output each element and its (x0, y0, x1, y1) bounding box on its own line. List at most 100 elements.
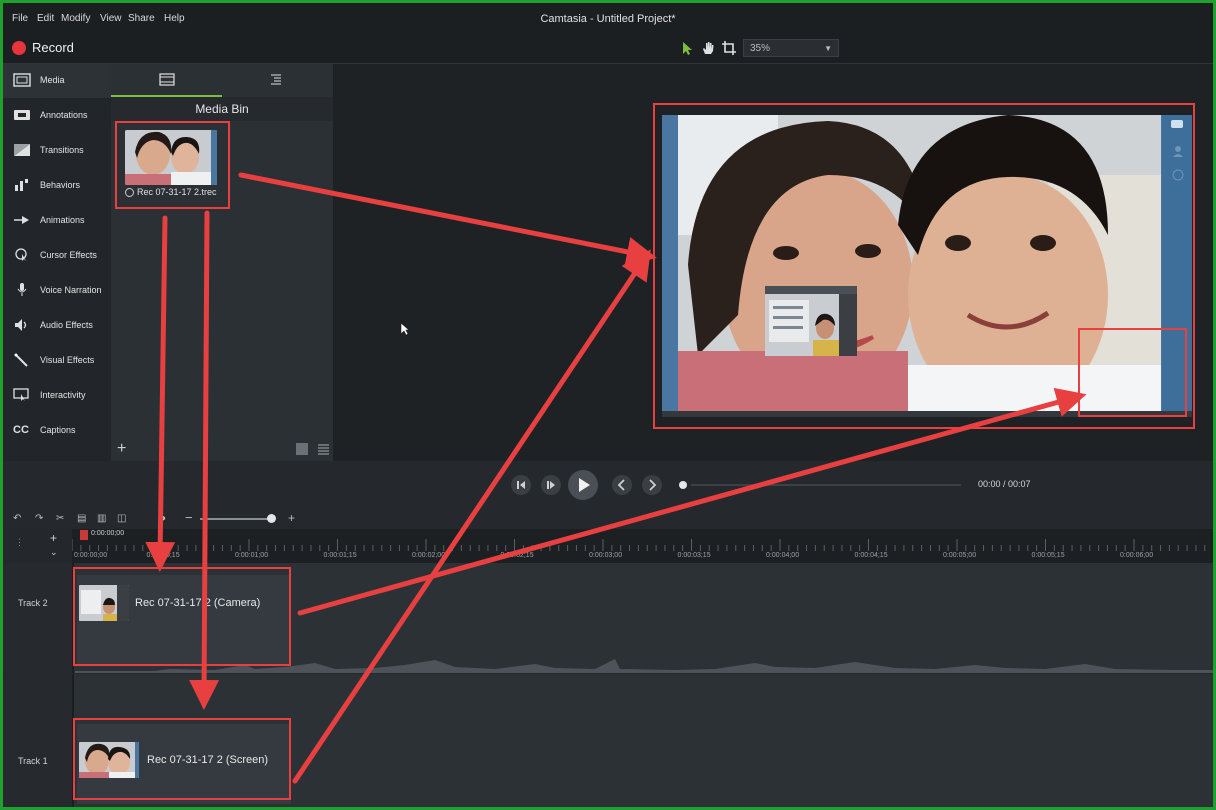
record-label: Record (32, 40, 74, 55)
split-icon[interactable]: ◫ (117, 513, 126, 524)
window-title: Camtasia - Untitled Project* (540, 13, 676, 25)
pan-hand-icon[interactable] (700, 40, 716, 56)
clip-thumbnail (79, 742, 139, 778)
media-bin-panel: Media Bin Rec 07-31-17 2.trec + (111, 64, 333, 461)
play-icon (579, 478, 590, 492)
scrubber-handle[interactable] (679, 481, 687, 489)
chevron-down-icon[interactable]: ⌄ (50, 547, 58, 558)
grid-view-icon[interactable] (296, 443, 308, 455)
list-view-icon[interactable] (318, 444, 329, 455)
redo-icon[interactable]: ↷ (35, 513, 43, 524)
chevron-left-icon (617, 479, 625, 491)
record-button[interactable]: Record (3, 33, 93, 63)
tool-behaviors[interactable]: Behaviors (3, 169, 111, 203)
tool-label: Media (40, 75, 65, 85)
zoom-plus-icon[interactable]: + (288, 511, 295, 525)
add-media-button[interactable]: + (117, 440, 126, 458)
track-name: Track 2 (18, 598, 48, 608)
tool-captions[interactable]: CC Captions (3, 414, 111, 448)
tool-cursor-effects[interactable]: Cursor Effects (3, 239, 111, 273)
tool-audio-effects[interactable]: Audio Effects (3, 309, 111, 343)
step-forward-icon (547, 481, 555, 489)
playback-controls: 00:00 / 00:07 (3, 461, 1213, 509)
zoom-out-icon[interactable]: ● (160, 513, 166, 524)
animations-icon (14, 216, 29, 224)
tool-voice-narration[interactable]: Voice Narration (3, 274, 111, 308)
tool-label: Voice Narration (40, 285, 102, 295)
time-readout: 00:00 / 00:07 (978, 479, 1031, 489)
play-button[interactable] (568, 470, 598, 500)
media-clip-thumbnail[interactable] (125, 130, 217, 185)
paste-icon[interactable]: ▥ (97, 513, 106, 524)
track-1: Track 1 Rec 07-31-17 2 (Screen) (3, 674, 1213, 807)
cut-icon[interactable]: ✂ (56, 513, 64, 524)
video-preview[interactable] (662, 115, 1192, 417)
ruler-label: 0:00:05;15 (1031, 552, 1065, 559)
track-header[interactable]: Track 2 (3, 563, 74, 673)
audio-waveform (75, 659, 1213, 673)
select-arrow-icon[interactable] (679, 40, 695, 56)
tool-visual-effects[interactable]: Visual Effects (3, 344, 111, 378)
ruler-left-controls: + ⌄ ⋮ (3, 529, 72, 563)
screen-clip[interactable]: Rec 07-31-17 2 (Screen) (77, 724, 291, 804)
ruler-label: 0:00:04;00 (766, 552, 800, 559)
timeline-toolbar: ↶ ↷ ✂ ▤ ▥ ◫ ● − + (3, 509, 1213, 529)
timeline-zoom-handle[interactable] (267, 514, 276, 523)
mouse-cursor-icon (400, 322, 410, 336)
tool-label: Captions (40, 425, 76, 435)
track-name: Track 1 (18, 756, 48, 766)
cursor-effects-icon (15, 248, 27, 261)
tool-media[interactable]: Media (3, 64, 111, 98)
chevron-down-icon: ▼ (824, 44, 832, 53)
timeline-ruler[interactable]: + ⌄ ⋮ 0:00:00;00 0:00:00;00 0:00:00;15 0:0… (3, 529, 1213, 563)
ruler-label: 0:00:05;00 (943, 552, 977, 559)
ruler-ticks (72, 539, 1206, 551)
tool-animations[interactable]: Animations (3, 204, 111, 238)
ruler-label: 0:00:03;15 (677, 552, 711, 559)
add-track-icon[interactable]: + (50, 531, 57, 545)
preview-bottom-bar (662, 411, 1192, 417)
behaviors-icon (15, 179, 28, 191)
zoom-value: 35% (750, 43, 771, 54)
step-forward-button[interactable] (541, 475, 561, 495)
tools-sidebar: Media Annotations Transitions Behaviors … (3, 64, 111, 461)
ruler-label: 0:00:03;00 (589, 552, 623, 559)
radio-icon (125, 188, 134, 198)
ruler-label: 0:00:06;00 (1120, 552, 1154, 559)
timeline-zoom-slider[interactable] (200, 518, 270, 520)
crop-icon[interactable] (721, 40, 737, 56)
camera-pip-overlay[interactable] (765, 286, 857, 356)
tool-interactivity[interactable]: Interactivity (3, 379, 111, 413)
tab-media-bin[interactable] (111, 64, 222, 97)
clip-thumbnail (79, 585, 129, 621)
pip-camera-image (765, 286, 857, 356)
step-back-button[interactable] (511, 475, 531, 495)
tool-annotations[interactable]: Annotations (3, 99, 111, 133)
speaker-icon (15, 319, 27, 331)
clip-name: Rec 07-31-17 2.trec (137, 187, 217, 197)
tool-label: Cursor Effects (40, 250, 97, 260)
previous-marker-button[interactable] (612, 475, 632, 495)
scrubber-track[interactable] (691, 484, 961, 486)
zoom-select[interactable]: 35% ▼ (743, 39, 839, 57)
undo-icon[interactable]: ↶ (13, 513, 21, 524)
clip-thumbnail-image (125, 130, 217, 185)
tool-label: Interactivity (40, 390, 86, 400)
tool-transitions[interactable]: Transitions (3, 134, 111, 168)
microphone-icon (17, 283, 27, 296)
track-header[interactable]: Track 1 (3, 674, 74, 807)
ruler-label: 0:00:00;15 (146, 552, 180, 559)
film-icon (159, 73, 175, 86)
ruler-label: 0:00:01;15 (323, 552, 357, 559)
playhead-time: 0:00:00;00 (91, 530, 125, 537)
tool-label: Behaviors (40, 180, 81, 190)
track-options-icon[interactable]: ⋮ (15, 537, 24, 548)
zoom-minus-icon[interactable]: − (185, 510, 193, 525)
next-marker-button[interactable] (642, 475, 662, 495)
copy-icon[interactable]: ▤ (77, 513, 86, 524)
tool-label: Transitions (40, 145, 84, 155)
interactivity-icon (13, 388, 29, 401)
camtasia-window: File Edit Modify View Share Help Camtasi… (0, 0, 1216, 810)
tab-library[interactable] (222, 64, 333, 95)
menu-bar: File Edit Modify View Share Help Camtasi… (3, 3, 1213, 33)
